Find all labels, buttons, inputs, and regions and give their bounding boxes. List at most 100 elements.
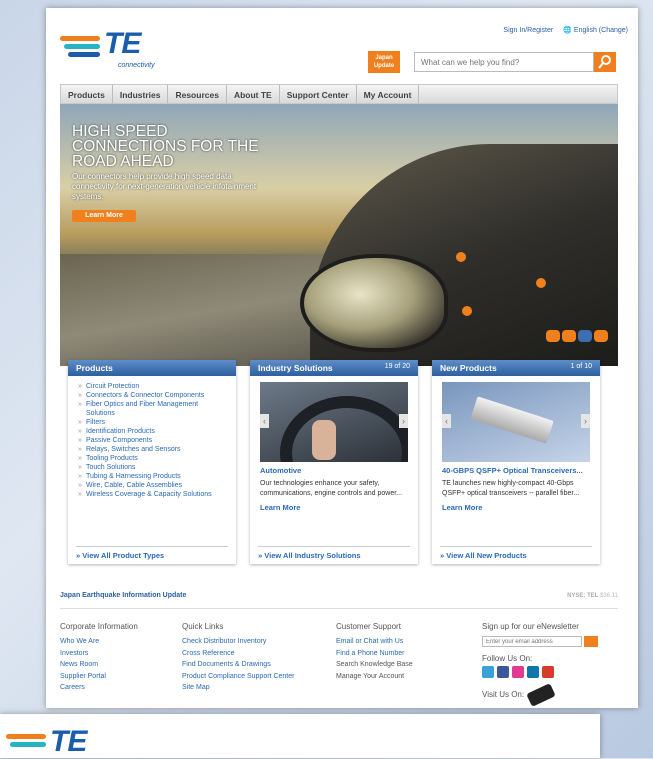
japan-update-line1: Japan <box>375 55 393 61</box>
footer-link[interactable]: Site Map <box>182 682 294 694</box>
footer-link[interactable]: Who We Are <box>60 636 138 648</box>
newsletter-form <box>482 636 598 647</box>
prev-arrow[interactable]: ‹ <box>442 414 451 428</box>
list-item[interactable]: Wire, Cable, Cable Assemblies <box>78 481 226 490</box>
te-logo-second: TE <box>6 725 126 758</box>
nav-products[interactable]: Products <box>61 85 113 103</box>
japan-update-button[interactable]: Japan Update <box>368 51 400 73</box>
new-products-panel-header: New Products 1 of 10 <box>432 360 600 376</box>
logo-bar-blue <box>68 52 100 57</box>
nav-resources[interactable]: Resources <box>168 85 227 103</box>
nav-my-account[interactable]: My Account <box>357 85 420 103</box>
email-field[interactable] <box>482 636 582 647</box>
hero-learn-more-button[interactable]: Learn More <box>72 210 136 222</box>
slide-dot[interactable] <box>546 330 560 342</box>
facebook-icon[interactable] <box>497 666 509 678</box>
footer-corporate-title: Corporate Information <box>60 622 138 631</box>
footer-link[interactable]: Product Compliance Support Center <box>182 671 294 683</box>
hotspot-dot[interactable] <box>456 252 466 262</box>
earthquake-update-link[interactable]: Japan Earthquake Information Update <box>60 592 186 599</box>
hero-text: Our connectors help provide high speed d… <box>72 172 257 201</box>
search-input[interactable] <box>419 57 593 68</box>
view-all-products-link[interactable]: » View All Product Types <box>76 546 228 560</box>
view-all-new-products-link[interactable]: » View All New Products <box>440 546 592 560</box>
footer-link[interactable]: Search Knowledge Base <box>336 659 413 671</box>
list-item[interactable]: Identification Products <box>78 427 226 436</box>
footer-link[interactable]: Manage Your Account <box>336 671 413 683</box>
globe-icon: 🌐 <box>563 27 572 34</box>
industry-learn-more[interactable]: Learn More <box>260 503 408 512</box>
industry-item-title[interactable]: Automotive <box>260 466 408 476</box>
nav-industries[interactable]: Industries <box>113 85 169 103</box>
logo-tagline: connectivity <box>118 62 155 69</box>
language-link[interactable]: English (Change) <box>574 27 628 34</box>
footer-link[interactable]: Investors <box>60 648 138 660</box>
footer-link[interactable]: Careers <box>60 682 138 694</box>
slide-dot[interactable] <box>594 330 608 342</box>
list-item[interactable]: Passive Components <box>78 436 226 445</box>
footer-link[interactable]: Check Distributor Inventory <box>182 636 294 648</box>
products-panel: Products Circuit Protection Connectors &… <box>68 360 236 564</box>
flickr-icon[interactable] <box>512 666 524 678</box>
search-button[interactable] <box>594 52 616 72</box>
logo-bar-orange <box>60 36 100 41</box>
products-panel-header: Products <box>68 360 236 376</box>
footer-link[interactable]: Cross Reference <box>182 648 294 660</box>
products-panel-title: Products <box>76 363 113 373</box>
prev-arrow[interactable]: ‹ <box>260 414 269 428</box>
footer-quick-title: Quick Links <box>182 622 224 631</box>
list-item[interactable]: Connectors & Connector Components <box>78 391 226 400</box>
list-item[interactable]: Tooling Products <box>78 454 226 463</box>
next-arrow[interactable]: › <box>399 414 408 428</box>
te-logo[interactable]: TE connectivity <box>60 27 180 72</box>
next-arrow[interactable]: › <box>581 414 590 428</box>
view-all-industry-link[interactable]: » View All Industry Solutions <box>258 546 410 560</box>
list-item[interactable]: Tubing & Harnessing Products <box>78 472 226 481</box>
new-product-learn-more[interactable]: Learn More <box>442 503 590 512</box>
list-item[interactable]: Circuit Protection <box>78 382 226 391</box>
footer-corporate: Corporate Information Who We Are Investo… <box>60 622 138 694</box>
second-page-sheet: TE <box>0 714 600 758</box>
divider <box>60 608 618 609</box>
stock-label: NYSE: TEL <box>567 593 599 599</box>
hand-image <box>312 420 336 460</box>
twitter-icon[interactable] <box>482 666 494 678</box>
footer-link[interactable]: News Room <box>60 659 138 671</box>
japan-update-line2: Update <box>373 63 395 69</box>
webpage-sheet: TE connectivity Sign In/Register 🌐 Englis… <box>46 8 638 708</box>
footer-link[interactable]: Supplier Portal <box>60 671 138 683</box>
footer-link[interactable]: Find Documents & Drawings <box>182 659 294 671</box>
list-item[interactable]: Relays, Switches and Sensors <box>78 445 226 454</box>
products-list: Circuit Protection Connectors & Connecto… <box>68 382 236 499</box>
footer-link[interactable]: Find a Phone Number <box>336 648 413 660</box>
industry-panel-header: Industry Solutions 19 of 20 <box>250 360 418 376</box>
list-item[interactable]: Fiber Optics and Fiber Management Soluti… <box>78 400 226 418</box>
footer-support-title: Customer Support <box>336 622 401 631</box>
nav-support-center[interactable]: Support Center <box>280 85 357 103</box>
list-item[interactable]: Filters <box>78 418 226 427</box>
new-products-count: 1 of 10 <box>570 363 592 370</box>
search-box[interactable] <box>414 52 594 72</box>
new-product-title[interactable]: 40-GBPS QSFP+ Optical Transceivers... <box>442 466 590 476</box>
view-all-products-label: View All Product Types <box>82 551 165 560</box>
newsletter-submit-button[interactable] <box>584 636 598 647</box>
slide-dot[interactable] <box>562 330 576 342</box>
nav-about[interactable]: About TE <box>227 85 280 103</box>
hotspot-dot[interactable] <box>462 306 472 316</box>
sign-in-link[interactable]: Sign In/Register <box>503 27 553 34</box>
hotspot-dot[interactable] <box>536 278 546 288</box>
slide-pager <box>546 330 608 342</box>
industry-panel-title: Industry Solutions <box>258 363 333 373</box>
mobile-phone-icon[interactable] <box>526 683 556 707</box>
linkedin-icon[interactable] <box>527 666 539 678</box>
steering-wheel-image <box>280 396 408 462</box>
industry-panel: Industry Solutions 19 of 20 ‹ › Automotiv… <box>250 360 418 564</box>
list-item[interactable]: Touch Solutions <box>78 463 226 472</box>
youtube-icon[interactable] <box>542 666 554 678</box>
list-item[interactable]: Wireless Coverage & Capacity Solutions <box>78 490 226 499</box>
visit-us-label: Visit Us On: <box>482 690 525 700</box>
slide-dot-active[interactable] <box>578 330 592 342</box>
logo-bar-teal <box>10 742 46 747</box>
footer-link[interactable]: Email or Chat with Us <box>336 636 413 648</box>
logo-wordmark: TE <box>50 725 87 758</box>
